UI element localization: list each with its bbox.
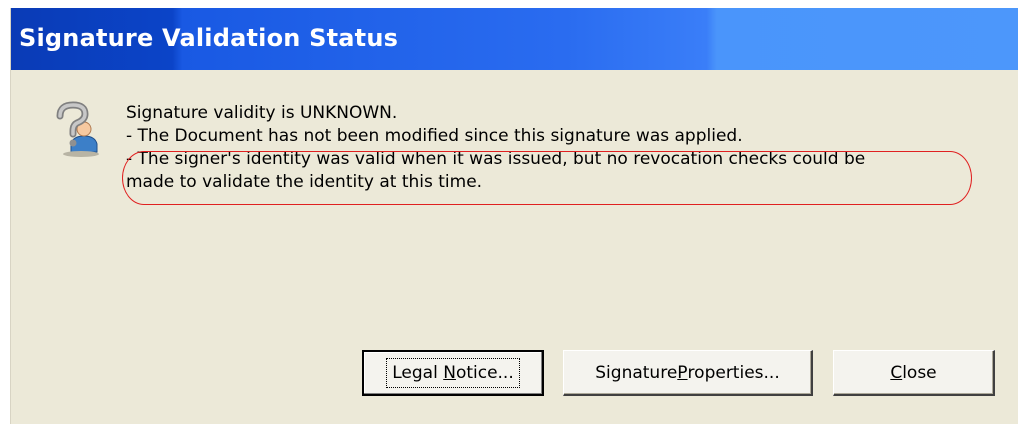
message-line-2: - The Document has not been modified sin… — [126, 126, 743, 146]
signature-properties-button[interactable]: Signature Properties... — [563, 350, 813, 396]
focus-rectangle: Legal Notice... — [386, 358, 520, 388]
validation-message: Signature validity is UNKNOWN. - The Doc… — [126, 102, 966, 194]
close-button[interactable]: Close — [833, 350, 995, 396]
window-title: Signature Validation Status — [19, 24, 399, 52]
message-line-1: Signature validity is UNKNOWN. — [126, 103, 398, 123]
signature-validation-dialog: Signature Validation Status Signature va… — [10, 8, 1018, 424]
legal-notice-button[interactable]: Legal Notice... — [362, 350, 544, 396]
signature-unknown-icon — [56, 101, 99, 157]
title-bar[interactable]: Signature Validation Status — [11, 8, 1018, 70]
message-line-3: - The signer's identity was valid when i… — [126, 149, 866, 169]
message-line-4: made to validate the identity at this ti… — [126, 172, 483, 192]
